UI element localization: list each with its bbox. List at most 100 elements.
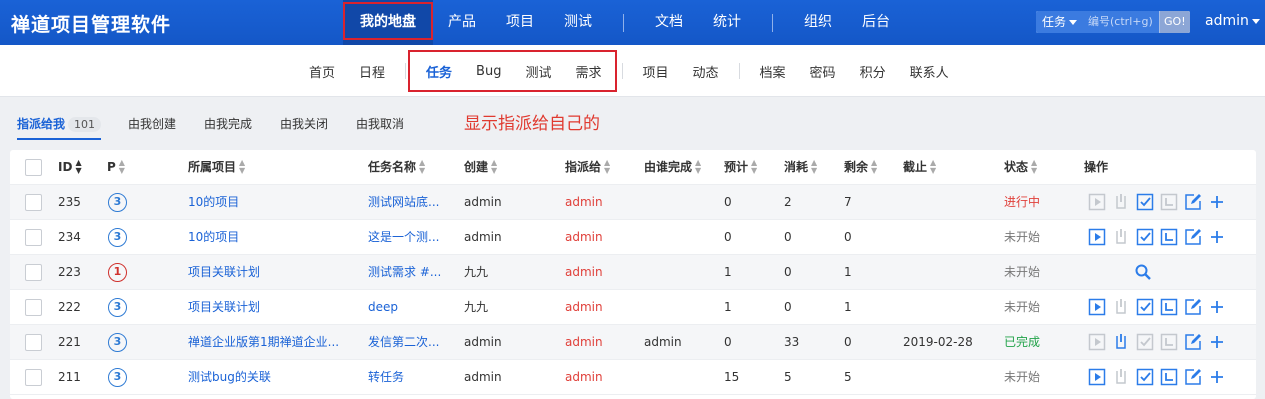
cell-assigned-link[interactable]: admin xyxy=(565,255,603,290)
cell-left: 7 xyxy=(844,195,852,209)
filter-finished-by-me[interactable]: 由我完成 xyxy=(204,115,252,132)
search-input[interactable]: 编号(ctrl+g) xyxy=(1083,11,1160,33)
subnav-password[interactable]: 密码 xyxy=(798,62,848,81)
col-project[interactable]: 所属项目 ▲ ▼ xyxy=(188,150,245,185)
row-checkbox[interactable] xyxy=(25,194,42,211)
app-brand[interactable]: 禅道项目管理软件 xyxy=(11,10,171,37)
subnav-project[interactable]: 项目 xyxy=(631,62,681,81)
select-all-checkbox[interactable] xyxy=(25,159,42,176)
col-pri[interactable]: P ▲ ▼ xyxy=(107,150,125,185)
filter-closed-by-me[interactable]: 由我关闭 xyxy=(280,115,328,132)
search-go-button[interactable]: GO! xyxy=(1159,11,1190,33)
record-estimate-icon[interactable] xyxy=(1160,228,1178,246)
edit-icon[interactable] xyxy=(1184,193,1202,211)
col-left[interactable]: 剩余 ▲ ▼ xyxy=(844,150,877,185)
cell-assigned-link[interactable]: admin xyxy=(565,290,603,325)
row-checkbox[interactable] xyxy=(25,229,42,246)
cell-project-link[interactable]: 10的项目 xyxy=(188,185,356,220)
start-icon[interactable] xyxy=(1088,228,1106,246)
cell-project-link[interactable]: 项目关联计划 xyxy=(188,255,356,290)
col-assigned[interactable]: 指派给 ▲ ▼ xyxy=(565,150,610,185)
filter-opened-by-me[interactable]: 由我创建 xyxy=(128,115,176,132)
col-id[interactable]: ID ▲ ▼ xyxy=(58,150,82,185)
cell-task-name-link[interactable]: 测试网站底... xyxy=(368,185,452,220)
start-icon[interactable] xyxy=(1088,193,1106,211)
row-checkbox[interactable] xyxy=(25,334,42,351)
finish-icon[interactable] xyxy=(1136,298,1154,316)
start-icon[interactable] xyxy=(1088,368,1106,386)
col-finished-by[interactable]: 由谁完成 ▲ ▼ xyxy=(644,150,701,185)
edit-icon[interactable] xyxy=(1184,298,1202,316)
finish-icon[interactable] xyxy=(1136,333,1154,351)
record-estimate-icon[interactable] xyxy=(1160,368,1178,386)
cell-creator: 九九 xyxy=(464,265,489,279)
edit-icon[interactable] xyxy=(1184,368,1202,386)
nav-admin[interactable]: 后台 xyxy=(847,0,905,45)
col-estimate[interactable]: 预计 ▲ ▼ xyxy=(724,150,757,185)
col-creator[interactable]: 创建 ▲ ▼ xyxy=(464,150,497,185)
nav-report[interactable]: 统计 xyxy=(698,0,756,45)
nav-company[interactable]: 组织 xyxy=(789,0,847,45)
add-subtask-icon[interactable] xyxy=(1208,193,1226,211)
cell-task-name-link[interactable]: 这是一个测... xyxy=(368,220,452,255)
cell-assigned-link[interactable]: admin xyxy=(565,185,603,220)
nav-doc[interactable]: 文档 xyxy=(640,0,698,45)
search-icon[interactable] xyxy=(1134,263,1152,281)
cell-task-name-link[interactable]: 发信第二次... xyxy=(368,325,452,360)
add-subtask-icon[interactable] xyxy=(1208,298,1226,316)
subnav-dynamic[interactable]: 动态 xyxy=(681,62,731,81)
nav-product[interactable]: 产品 xyxy=(433,0,491,45)
cell-estimate: 0 xyxy=(724,230,732,244)
cell-project-link[interactable]: 测试bug的关联 xyxy=(188,360,356,395)
pause-icon[interactable] xyxy=(1112,228,1130,246)
nav-project[interactable]: 项目 xyxy=(491,0,549,45)
subnav-home[interactable]: 首页 xyxy=(297,62,347,81)
pause-icon[interactable] xyxy=(1112,333,1130,351)
status-label: 进行中 xyxy=(1004,195,1041,209)
record-estimate-icon[interactable] xyxy=(1160,298,1178,316)
cell-project-link[interactable]: 禅道企业版第1期禅道企业... xyxy=(188,325,356,360)
filter-assigned-to-me[interactable]: 指派给我 101 xyxy=(17,115,102,140)
subnav-score[interactable]: 积分 xyxy=(848,62,898,81)
subnav-profile[interactable]: 档案 xyxy=(748,62,798,81)
pause-icon[interactable] xyxy=(1112,298,1130,316)
filter-canceled-by-me[interactable]: 由我取消 xyxy=(356,115,404,132)
cell-assigned-link[interactable]: admin xyxy=(565,325,603,360)
col-consumed[interactable]: 消耗 ▲ ▼ xyxy=(784,150,817,185)
record-estimate-icon[interactable] xyxy=(1160,193,1178,211)
cell-project-link[interactable]: 项目关联计划 xyxy=(188,290,356,325)
row-checkbox[interactable] xyxy=(25,299,42,316)
user-menu[interactable]: admin xyxy=(1205,13,1260,29)
cell-task-name-link[interactable]: 测试需求 #... xyxy=(368,255,452,290)
search-type-select[interactable]: 任务 xyxy=(1036,11,1084,33)
col-status[interactable]: 状态 ▲ ▼ xyxy=(1004,150,1037,185)
finish-icon[interactable] xyxy=(1136,228,1154,246)
col-deadline[interactable]: 截止 ▲ ▼ xyxy=(903,150,936,185)
add-subtask-icon[interactable] xyxy=(1208,228,1226,246)
nav-qa[interactable]: 测试 xyxy=(549,0,607,45)
cell-task-name-link[interactable]: deep xyxy=(368,290,452,325)
subnav-calendar[interactable]: 日程 xyxy=(347,62,397,81)
cell-assigned-link[interactable]: admin xyxy=(565,220,603,255)
pause-icon[interactable] xyxy=(1112,193,1130,211)
cell-id: 211 xyxy=(58,370,81,384)
subnav-contacts[interactable]: 联系人 xyxy=(898,62,961,81)
add-subtask-icon[interactable] xyxy=(1208,333,1226,351)
row-checkbox[interactable] xyxy=(25,264,42,281)
cell-task-name-link[interactable]: 转任务 xyxy=(368,360,452,395)
record-estimate-icon[interactable] xyxy=(1160,333,1178,351)
col-name[interactable]: 任务名称 ▲ ▼ xyxy=(368,150,425,185)
add-subtask-icon[interactable] xyxy=(1208,368,1226,386)
finish-icon[interactable] xyxy=(1136,193,1154,211)
row-actions xyxy=(1088,228,1226,246)
col-label: 消耗 xyxy=(784,160,809,174)
edit-icon[interactable] xyxy=(1184,333,1202,351)
row-checkbox[interactable] xyxy=(25,369,42,386)
edit-icon[interactable] xyxy=(1184,228,1202,246)
pause-icon[interactable] xyxy=(1112,368,1130,386)
cell-project-link[interactable]: 10的项目 xyxy=(188,220,356,255)
cell-assigned-link[interactable]: admin xyxy=(565,360,603,395)
finish-icon[interactable] xyxy=(1136,368,1154,386)
start-icon[interactable] xyxy=(1088,298,1106,316)
start-icon[interactable] xyxy=(1088,333,1106,351)
